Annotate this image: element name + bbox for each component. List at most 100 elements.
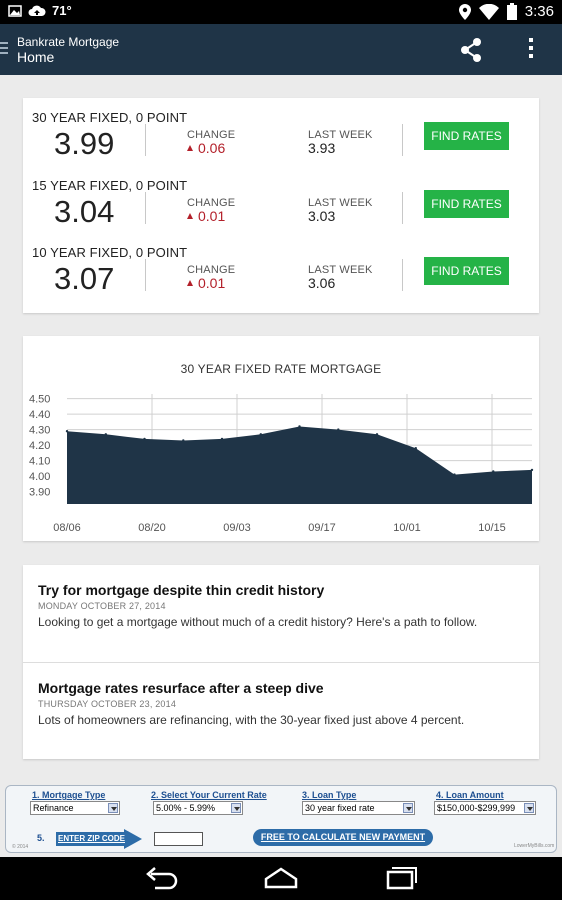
recent-apps-icon[interactable] [381, 865, 421, 893]
news-card: Try for mortgage despite thin credit his… [23, 565, 539, 759]
cloud-upload-icon [28, 5, 46, 16]
dropdown-arrow-icon [231, 803, 241, 813]
x-tick-label: 10/01 [393, 522, 421, 534]
change-amount: 0.01 [198, 208, 226, 224]
dropdown-arrow-icon [108, 803, 118, 813]
divider [145, 124, 146, 156]
menu-icon[interactable] [0, 42, 8, 56]
data-point [143, 437, 146, 441]
y-tick-label: 4.40 [29, 409, 50, 421]
data-point [375, 433, 379, 436]
divider [402, 259, 403, 291]
change-value: 0.01 [187, 275, 225, 291]
ad-step3-label: 3. Loan Type [302, 790, 357, 800]
loan-type-select[interactable]: 30 year fixed rate [302, 801, 415, 815]
find-rates-button[interactable]: FIND RATES [424, 190, 509, 218]
news-title[interactable]: Mortgage rates resurface after a steep d… [38, 680, 324, 696]
news-title[interactable]: Try for mortgage despite thin credit his… [38, 582, 324, 598]
area-series [67, 426, 532, 504]
ad-banner[interactable]: 1. Mortgage Type Refinance 2. Select You… [5, 785, 557, 853]
data-point [220, 437, 224, 441]
divider [402, 192, 403, 224]
rate-row: 30 YEAR FIXED, 0 POINT 3.99 CHANGE 0.06 … [23, 110, 539, 178]
x-tick-label: 09/03 [223, 522, 251, 534]
y-tick-label: 4.00 [29, 471, 50, 483]
y-tick-label: 4.10 [29, 456, 50, 468]
share-icon[interactable] [458, 37, 484, 63]
news-date: THURSDAY OCTOBER 23, 2014 [38, 699, 177, 709]
rate-row: 10 YEAR FIXED, 0 POINT 3.07 CHANGE 0.01 … [23, 245, 539, 313]
zip-code-input[interactable] [154, 832, 203, 846]
data-point [65, 430, 69, 433]
find-rates-button[interactable]: FIND RATES [424, 257, 509, 285]
news-item[interactable]: Mortgage rates resurface after a steep d… [23, 663, 539, 760]
clock: 3:36 [524, 3, 554, 20]
y-tick-label: 4.50 [29, 394, 50, 406]
data-point [453, 473, 456, 476]
rate-value: 3.99 [54, 126, 115, 161]
divider [402, 124, 403, 156]
wifi-icon [478, 3, 499, 20]
back-icon[interactable] [141, 865, 181, 893]
dropdown-arrow-icon [524, 803, 534, 813]
news-summary: Looking to get a mortgage without much o… [38, 615, 478, 629]
change-value: 0.01 [187, 208, 225, 224]
image-icon [8, 4, 22, 17]
data-point [530, 468, 534, 472]
temperature: 71° [52, 3, 72, 18]
last-week-value: 3.03 [308, 208, 336, 224]
data-point [182, 439, 185, 442]
change-value: 0.06 [187, 140, 225, 156]
location-icon [458, 3, 471, 20]
x-tick-label: 10/15 [478, 522, 506, 534]
ad-step4-label: 4. Loan Amount [436, 790, 504, 800]
status-right: 3:36 [458, 3, 554, 20]
data-point [104, 433, 108, 436]
ad-step5-label: 5. [37, 833, 45, 843]
ad-step1-label: 1. Mortgage Type [32, 790, 106, 800]
select-value: $150,000-$299,999 [437, 803, 516, 813]
navigation-bar [0, 857, 562, 900]
status-bar: 71° 3:36 [0, 0, 562, 24]
loan-amount-select[interactable]: $150,000-$299,999 [434, 801, 536, 815]
y-tick-label: 4.30 [29, 425, 50, 437]
calculate-button[interactable]: FREE TO CALCULATE NEW PAYMENT [253, 829, 433, 846]
data-point [337, 428, 340, 431]
current-rate-select[interactable]: 5.00% - 5.99% [153, 801, 243, 815]
last-week-value: 3.93 [308, 140, 336, 156]
news-item[interactable]: Try for mortgage despite thin credit his… [23, 565, 539, 663]
zip-label: ENTER ZIP CODE [58, 834, 125, 843]
rate-name: 30 YEAR FIXED, 0 POINT [32, 110, 188, 125]
screen-title: Home [17, 49, 55, 65]
data-point [298, 425, 301, 428]
app-name: Bankrate Mortgage [17, 35, 120, 49]
status-left: 71° [8, 3, 72, 18]
change-amount: 0.01 [198, 275, 226, 291]
ad-brand: LowerMyBills.com [514, 843, 555, 849]
mortgage-type-select[interactable]: Refinance [30, 801, 120, 815]
find-rates-button[interactable]: FIND RATES [424, 122, 509, 150]
news-date: MONDAY OCTOBER 27, 2014 [38, 601, 166, 611]
data-point [414, 447, 417, 450]
action-bar: Bankrate Mortgage Home [0, 24, 562, 75]
dropdown-arrow-icon [403, 803, 413, 813]
rate-chart: 4.50 4.40 4.30 4.20 4.10 4.00 3.90 08/06 08/20 09… [29, 394, 534, 534]
divider [145, 259, 146, 291]
divider [145, 192, 146, 224]
x-tick-label: 09/17 [308, 522, 336, 534]
battery-icon [506, 3, 517, 20]
data-point [259, 433, 262, 436]
rate-name: 15 YEAR FIXED, 0 POINT [32, 178, 188, 193]
up-arrow-icon [187, 213, 193, 219]
x-tick-label: 08/20 [138, 522, 166, 534]
x-tick-label: 08/06 [53, 522, 81, 534]
rate-name: 10 YEAR FIXED, 0 POINT [32, 245, 188, 260]
data-point [492, 470, 495, 473]
y-tick-label: 4.20 [29, 440, 50, 452]
rate-value: 3.04 [54, 194, 115, 229]
up-arrow-icon [187, 145, 193, 151]
news-summary: Lots of homeowners are refinancing, with… [38, 713, 465, 727]
ad-copyright: © 2014 [12, 844, 29, 850]
home-icon[interactable] [261, 865, 301, 893]
overflow-menu-icon[interactable] [526, 38, 536, 60]
